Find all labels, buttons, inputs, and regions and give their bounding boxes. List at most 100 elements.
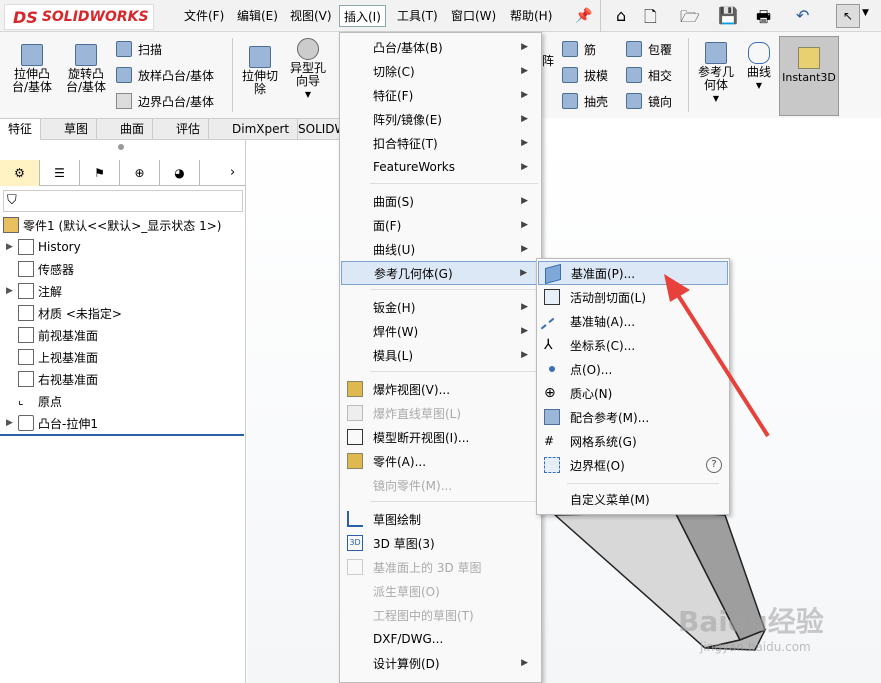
curves-button[interactable]: 曲线 ▼ bbox=[742, 42, 776, 92]
menu-item-features[interactable]: 特征(F) ▶ bbox=[341, 83, 540, 107]
sweep-button[interactable]: 扫描 bbox=[116, 38, 162, 60]
chevron-right-icon[interactable]: ▶ bbox=[6, 242, 18, 252]
display-manager-tab[interactable]: ◕ bbox=[160, 160, 200, 186]
menu-item-broken-out-view[interactable]: 模型断开视图(I)... bbox=[341, 425, 540, 449]
revolve-boss-button[interactable]: 旋转凸 台/基体 bbox=[60, 44, 112, 94]
menu-item-fastening-feature[interactable]: 扣合特征(T) ▶ bbox=[341, 131, 540, 155]
chevron-down-icon[interactable]: ▼ bbox=[713, 92, 719, 105]
feature-tree-tab[interactable]: ⚙ bbox=[0, 160, 40, 186]
tree-item-material[interactable]: 材质 <未指定> bbox=[6, 302, 122, 324]
chevron-down-icon[interactable]: ▼ bbox=[756, 79, 762, 92]
tree-item-top-plane[interactable]: 上视基准面 bbox=[6, 346, 98, 368]
tree-item-sensors[interactable]: 传感器 bbox=[6, 258, 74, 280]
menu-view[interactable]: 视图(V) bbox=[286, 5, 336, 27]
wrap-button[interactable]: 包覆 bbox=[626, 38, 672, 60]
extrude-boss-button[interactable]: 拉伸凸 台/基体 bbox=[6, 44, 58, 94]
menu-item-part[interactable]: 零件(A)... bbox=[341, 449, 540, 473]
tree-item-front-plane[interactable]: 前视基准面 bbox=[6, 324, 98, 346]
menu-help[interactable]: 帮助(H) bbox=[506, 5, 556, 27]
print-icon[interactable]: 🖶 bbox=[756, 6, 771, 33]
menu-item-molds[interactable]: 模具(L) ▶ bbox=[341, 343, 540, 367]
home-icon[interactable]: ⌂ bbox=[616, 6, 626, 25]
tab-dimxpert[interactable]: DimXpert bbox=[224, 119, 299, 140]
menu-item-sheet-metal[interactable]: 钣金(H) ▶ bbox=[341, 295, 540, 319]
rib-button[interactable]: 筋 bbox=[562, 38, 596, 60]
menu-item-curve[interactable]: 曲线(U) ▶ bbox=[341, 237, 540, 261]
pattern-label[interactable]: 阵 bbox=[542, 52, 554, 69]
tree-item-boss-extrude[interactable]: ▶ 凸台-拉伸1 bbox=[6, 412, 98, 434]
tree-item-right-plane[interactable]: 右视基准面 bbox=[6, 368, 98, 390]
menu-item-exploded-view[interactable]: 爆炸视图(V)... bbox=[341, 377, 540, 401]
new-document-icon[interactable]: 🗋 bbox=[644, 6, 657, 33]
shell-button[interactable]: 抽壳 bbox=[562, 90, 608, 112]
menu-item-cut[interactable]: 切除(C) ▶ bbox=[341, 59, 540, 83]
menu-insert[interactable]: 插入(I) bbox=[339, 5, 386, 27]
menu-item-label: FeatureWorks bbox=[373, 160, 455, 174]
menu-item-weldments[interactable]: 焊件(W) ▶ bbox=[341, 319, 540, 343]
tree-item-history[interactable]: ▶ History bbox=[6, 236, 81, 258]
menu-item-bounding-box[interactable]: 边界框(O)? bbox=[538, 453, 728, 477]
menu-item-label: 参考几何体(G) bbox=[374, 266, 453, 281]
menu-item-dxf-dwg[interactable]: DXF/DWG... bbox=[341, 627, 540, 651]
intersect-label: 相交 bbox=[648, 68, 673, 83]
menu-item-pattern-mirror[interactable]: 阵列/镜像(E) ▶ bbox=[341, 107, 540, 131]
select-pointer-icon[interactable]: ↖ bbox=[836, 4, 860, 28]
menu-window[interactable]: 窗口(W) bbox=[447, 5, 500, 27]
rollback-bar[interactable] bbox=[0, 434, 244, 436]
revolve-boss-label: 旋转凸 台/基体 bbox=[65, 67, 107, 94]
menu-item-label: 钣金(H) bbox=[373, 300, 416, 315]
chevron-right-icon[interactable]: › bbox=[230, 165, 235, 180]
mirror-button[interactable]: 镜向 bbox=[626, 90, 672, 112]
boundary-boss-button[interactable]: 边界凸台/基体 bbox=[116, 90, 214, 112]
tree-item-annotations[interactable]: ▶ 注解 bbox=[6, 280, 62, 302]
extrude-cut-button[interactable]: 拉伸切 除 bbox=[236, 46, 284, 96]
tab-sketch[interactable]: 草图 bbox=[56, 119, 98, 140]
chevron-right-icon[interactable]: ▶ bbox=[6, 418, 18, 428]
instant3d-button[interactable]: Instant3D bbox=[779, 36, 839, 116]
undo-icon[interactable]: ↶ bbox=[796, 6, 809, 25]
divider bbox=[600, 0, 601, 32]
menu-item-face[interactable]: 面(F) ▶ bbox=[341, 213, 540, 237]
chevron-down-icon[interactable]: ▼ bbox=[862, 8, 869, 18]
open-folder-icon[interactable]: 🗁 bbox=[680, 6, 700, 33]
menu-item-reference-geometry[interactable]: 参考几何体(G) ▶ bbox=[341, 261, 540, 285]
reference-geometry-button[interactable]: 参考几 何体 ▼ bbox=[692, 42, 740, 105]
menu-item-customize-menu[interactable]: 自定义菜单(M) bbox=[538, 487, 728, 511]
menu-item-3d-sketch[interactable]: 3D 3D 草图(3) bbox=[341, 531, 540, 555]
tree-root-part[interactable]: 零件1 (默认<<默认>_显示状态 1>) bbox=[3, 214, 221, 236]
bounding-box-icon bbox=[544, 457, 560, 473]
menu-item-design-study[interactable]: 设计算例(D) ▶ bbox=[341, 651, 540, 675]
solidworks-logo[interactable]: DS SOLIDWORKS bbox=[4, 4, 154, 30]
filter-icon[interactable]: ⛉ bbox=[7, 193, 17, 208]
menu-item-sketch[interactable]: 草图绘制 bbox=[341, 507, 540, 531]
tab-evaluate[interactable]: 评估 bbox=[168, 119, 210, 140]
instant3d-label: Instant3D bbox=[782, 71, 836, 84]
menu-item-featureworks[interactable]: FeatureWorks ▶ bbox=[341, 155, 540, 179]
menu-item-label: 凸台/基体(B) bbox=[373, 40, 443, 55]
loft-button[interactable]: 放样凸台/基体 bbox=[116, 64, 214, 86]
draft-button[interactable]: 拔模 bbox=[562, 64, 608, 86]
splitter-handle[interactable] bbox=[118, 144, 124, 150]
sketch-icon bbox=[347, 511, 363, 527]
pin-icon[interactable]: 📌 bbox=[575, 8, 592, 24]
sweep-label: 扫描 bbox=[138, 42, 163, 57]
configuration-tab[interactable]: ⚑ bbox=[80, 160, 120, 186]
menu-item-surface[interactable]: 曲面(S) ▶ bbox=[341, 189, 540, 213]
menu-tools[interactable]: 工具(T) bbox=[393, 5, 442, 27]
intersect-button[interactable]: 相交 bbox=[626, 64, 672, 86]
tree-item-origin[interactable]: ⌞ 原点 bbox=[6, 390, 62, 412]
chevron-down-icon[interactable]: ▼ bbox=[305, 88, 311, 101]
tree-item-label: 凸台-拉伸1 bbox=[38, 416, 98, 431]
save-icon[interactable]: 💾 bbox=[718, 6, 738, 25]
hole-wizard-button[interactable]: 异型孔 向导 ▼ bbox=[284, 38, 332, 101]
dimxpert-tab[interactable]: ⊕ bbox=[120, 160, 160, 186]
tab-features[interactable]: 特征 bbox=[0, 119, 42, 140]
menu-item-boss-base[interactable]: 凸台/基体(B) ▶ bbox=[341, 35, 540, 59]
chevron-right-icon[interactable]: ▶ bbox=[6, 286, 18, 296]
menu-edit[interactable]: 编辑(E) bbox=[233, 5, 282, 27]
filter-box[interactable]: ⛉ bbox=[3, 190, 243, 212]
property-manager-tab[interactable]: ☰ bbox=[40, 160, 80, 186]
help-icon[interactable]: ? bbox=[706, 457, 722, 473]
tab-surfaces[interactable]: 曲面 bbox=[112, 119, 154, 140]
menu-file[interactable]: 文件(F) bbox=[180, 5, 228, 27]
